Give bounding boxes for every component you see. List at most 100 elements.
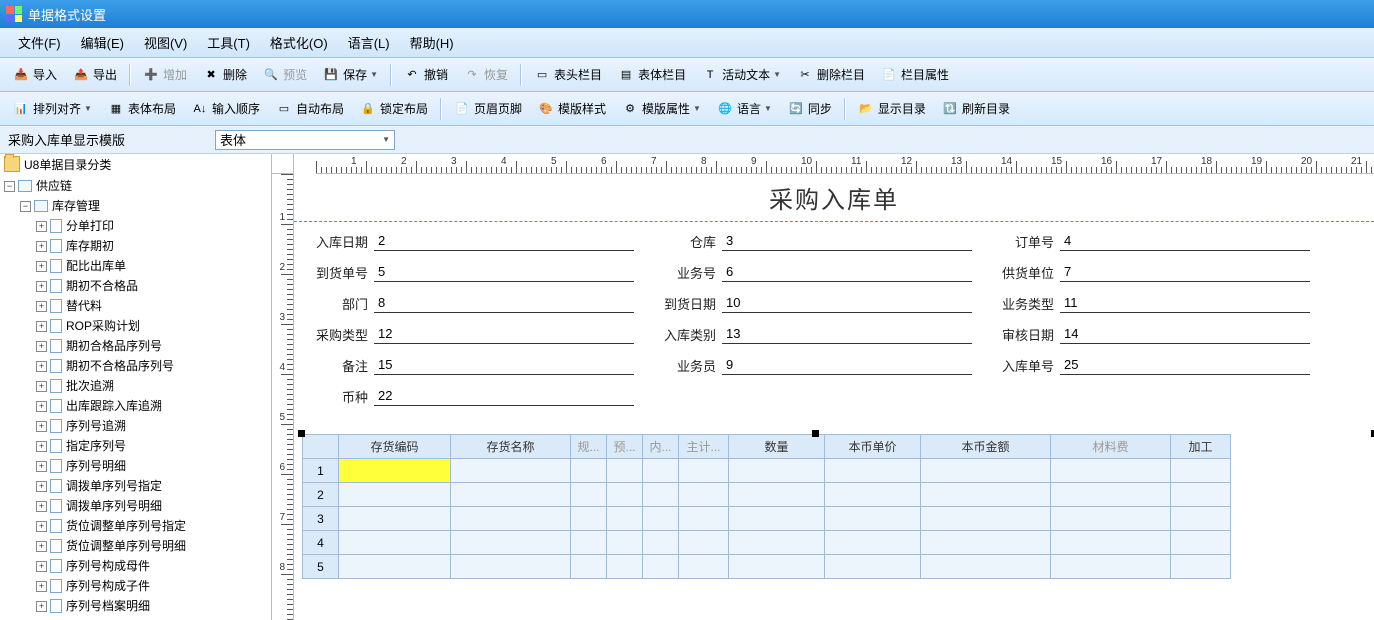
table-cell[interactable] [339, 507, 451, 531]
col-header[interactable]: 本币金额 [921, 435, 1051, 459]
row-number[interactable]: 2 [303, 483, 339, 507]
col-header[interactable]: 规... [571, 435, 607, 459]
table-cell[interactable] [451, 483, 571, 507]
expand-icon[interactable]: + [36, 501, 47, 512]
active-text-button[interactable]: T活动文本▼ [695, 62, 788, 87]
tree-leaf[interactable]: +批次追溯 [36, 376, 271, 396]
table-cell[interactable] [607, 507, 643, 531]
table-cell[interactable] [825, 483, 921, 507]
table-cell[interactable] [921, 483, 1051, 507]
table-cell[interactable] [825, 531, 921, 555]
col-header[interactable]: 本币单价 [825, 435, 921, 459]
table-cell[interactable] [679, 483, 729, 507]
table-cell[interactable] [571, 459, 607, 483]
field-value[interactable]: 6 [722, 264, 972, 282]
form-canvas[interactable]: 采购入库单 入库日期2 仓库3 订单号4 到货单号5 业务号6 供货单位7 部门… [294, 174, 1374, 620]
undo-button[interactable]: ↶撤销 [397, 62, 455, 87]
expand-icon[interactable]: + [36, 421, 47, 432]
body-col-button[interactable]: ▤表体栏目 [611, 62, 693, 87]
expand-icon[interactable]: + [36, 401, 47, 412]
table-cell[interactable] [607, 555, 643, 579]
menu-edit[interactable]: 编辑(E) [71, 29, 134, 56]
tree-root[interactable]: U8单据目录分类 [0, 154, 271, 174]
expand-icon[interactable]: + [36, 481, 47, 492]
table-cell[interactable] [729, 507, 825, 531]
body-layout-button[interactable]: ▦表体布局 [101, 96, 183, 121]
expand-icon[interactable]: + [36, 561, 47, 572]
preview-button[interactable]: 🔍预览 [256, 62, 314, 87]
table-cell[interactable] [1171, 555, 1231, 579]
field-value[interactable]: 10 [722, 295, 972, 313]
sync-button[interactable]: 🔄同步 [781, 96, 839, 121]
row-number[interactable]: 3 [303, 507, 339, 531]
table-cell[interactable] [679, 555, 729, 579]
row-number[interactable]: 1 [303, 459, 339, 483]
template-style-button[interactable]: 🎨模版样式 [531, 96, 613, 121]
header-footer-button[interactable]: 📄页眉页脚 [447, 96, 529, 121]
table-cell[interactable] [1171, 459, 1231, 483]
tree-leaf[interactable]: +序列号构成子件 [36, 576, 271, 596]
delete-button[interactable]: ✖删除 [196, 62, 254, 87]
menu-help[interactable]: 帮助(H) [400, 29, 464, 56]
col-header[interactable]: 存货名称 [451, 435, 571, 459]
table-cell[interactable] [1171, 483, 1231, 507]
col-header[interactable]: 主计... [679, 435, 729, 459]
field-value[interactable]: 4 [1060, 233, 1310, 251]
table-cell[interactable] [571, 531, 607, 555]
tree-leaf[interactable]: +序列号明细 [36, 456, 271, 476]
table-cell[interactable] [1051, 483, 1171, 507]
table-cell[interactable] [921, 531, 1051, 555]
tree-leaf[interactable]: +序列号追溯 [36, 416, 271, 436]
table-cell[interactable] [643, 483, 679, 507]
field-value[interactable]: 8 [374, 295, 634, 313]
collapse-icon[interactable]: − [4, 181, 15, 192]
tree-leaf[interactable]: +分单打印 [36, 216, 271, 236]
tree-leaf[interactable]: +序列号档案明细 [36, 596, 271, 616]
field-value[interactable]: 9 [722, 357, 972, 375]
table-cell[interactable] [1051, 459, 1171, 483]
table-cell[interactable] [571, 483, 607, 507]
expand-icon[interactable]: + [36, 241, 47, 252]
table-cell[interactable] [825, 507, 921, 531]
body-table-wrap[interactable]: 存货编码存货名称规...预...内...主计...数量本币单价本币金额材料费加工… [302, 434, 1374, 579]
add-button[interactable]: ➕增加 [136, 62, 194, 87]
field-value[interactable]: 2 [374, 233, 634, 251]
col-header[interactable]: 预... [607, 435, 643, 459]
section-combo[interactable]: 表体 ▼ [215, 130, 395, 150]
table-cell[interactable] [1051, 531, 1171, 555]
tree-leaf[interactable]: +序列号构成母件 [36, 556, 271, 576]
selection-handle[interactable] [298, 430, 305, 437]
field-value[interactable]: 5 [374, 264, 634, 282]
table-cell[interactable] [451, 459, 571, 483]
field-value[interactable]: 14 [1060, 326, 1310, 344]
table-cell[interactable] [729, 531, 825, 555]
table-cell[interactable] [679, 507, 729, 531]
input-order-button[interactable]: A↓输入顺序 [185, 96, 267, 121]
field-value[interactable]: 12 [374, 326, 634, 344]
tree-leaf[interactable]: +出库跟踪入库追溯 [36, 396, 271, 416]
tree-leaf[interactable]: +调拨单序列号明细 [36, 496, 271, 516]
lang-button[interactable]: 🌐语言▼ [710, 96, 779, 121]
table-cell[interactable] [607, 459, 643, 483]
col-prop-button[interactable]: 📄栏目属性 [874, 62, 956, 87]
expand-icon[interactable]: + [36, 341, 47, 352]
menu-view[interactable]: 视图(V) [134, 29, 197, 56]
expand-icon[interactable]: + [36, 261, 47, 272]
table-cell[interactable] [729, 483, 825, 507]
table-cell[interactable] [643, 531, 679, 555]
field-value[interactable]: 3 [722, 233, 972, 251]
expand-icon[interactable]: + [36, 221, 47, 232]
field-value[interactable]: 22 [374, 388, 634, 406]
table-cell[interactable] [1051, 555, 1171, 579]
row-number[interactable]: 4 [303, 531, 339, 555]
table-cell[interactable] [1171, 507, 1231, 531]
table-cell[interactable] [607, 531, 643, 555]
expand-icon[interactable]: + [36, 541, 47, 552]
expand-icon[interactable]: + [36, 281, 47, 292]
field-value[interactable]: 15 [374, 357, 634, 375]
expand-icon[interactable]: + [36, 601, 47, 612]
table-cell[interactable] [451, 555, 571, 579]
expand-icon[interactable]: + [36, 441, 47, 452]
expand-icon[interactable]: + [36, 581, 47, 592]
field-value[interactable]: 7 [1060, 264, 1310, 282]
